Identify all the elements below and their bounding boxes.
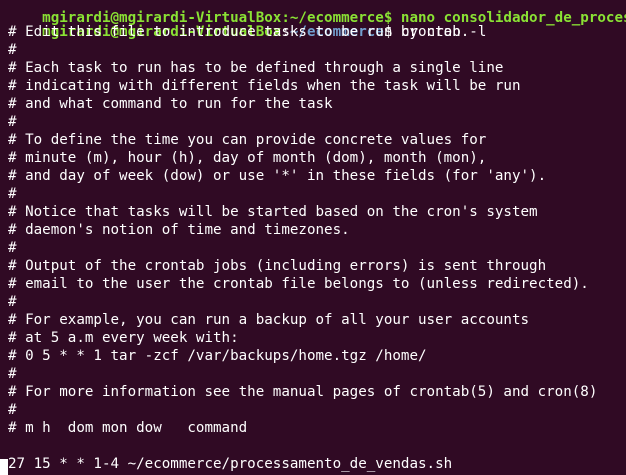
output-line: #: [8, 42, 17, 58]
output-line: # Notice that tasks will be started base…: [8, 204, 538, 220]
output-line: # To define the time you can provide con…: [8, 132, 487, 148]
output-line: #: [8, 240, 17, 256]
output-line: # email to the user the crontab file bel…: [8, 276, 589, 292]
text-cursor: [0, 459, 8, 475]
output-line: # 0 5 * * 1 tar -zcf /var/backups/home.t…: [8, 348, 427, 364]
terminal-window[interactable]: mgirardi@mgirardi-VirtualBox:~/ecommerce…: [0, 0, 626, 475]
output-line: # For example, you can run a backup of a…: [8, 312, 530, 328]
output-line: #: [8, 366, 17, 382]
output-line: #: [8, 402, 17, 418]
output-line: # indicating with different fields when …: [8, 78, 521, 94]
output-line: # daemon's notion of time and timezones.: [8, 222, 350, 238]
output-line: # m h dom mon dow command: [8, 420, 248, 436]
output-line: #: [8, 114, 17, 130]
command-prompt-line: mgirardi@mgirardi-VirtualBox:~/ecommerce…: [8, 5, 486, 40]
crontab-job-line: 27 15 * * 1-4 ~/ecommerce/processamento_…: [8, 456, 453, 472]
output-line: # and what command to run for the task: [8, 96, 333, 112]
output-line: # Edit this file to introduce tasks to b…: [8, 24, 470, 40]
output-line: # and day of week (dow) or use '*' in th…: [8, 168, 547, 184]
output-line: # at 5 a.m every week with:: [8, 330, 239, 346]
output-line: # Each task to run has to be defined thr…: [8, 60, 504, 76]
output-line: #: [8, 186, 17, 202]
output-line: # minute (m), hour (h), day of month (do…: [8, 150, 487, 166]
output-line: # Output of the crontab jobs (including …: [8, 258, 547, 274]
output-line: #: [8, 294, 17, 310]
output-line: # For more information see the manual pa…: [8, 384, 598, 400]
